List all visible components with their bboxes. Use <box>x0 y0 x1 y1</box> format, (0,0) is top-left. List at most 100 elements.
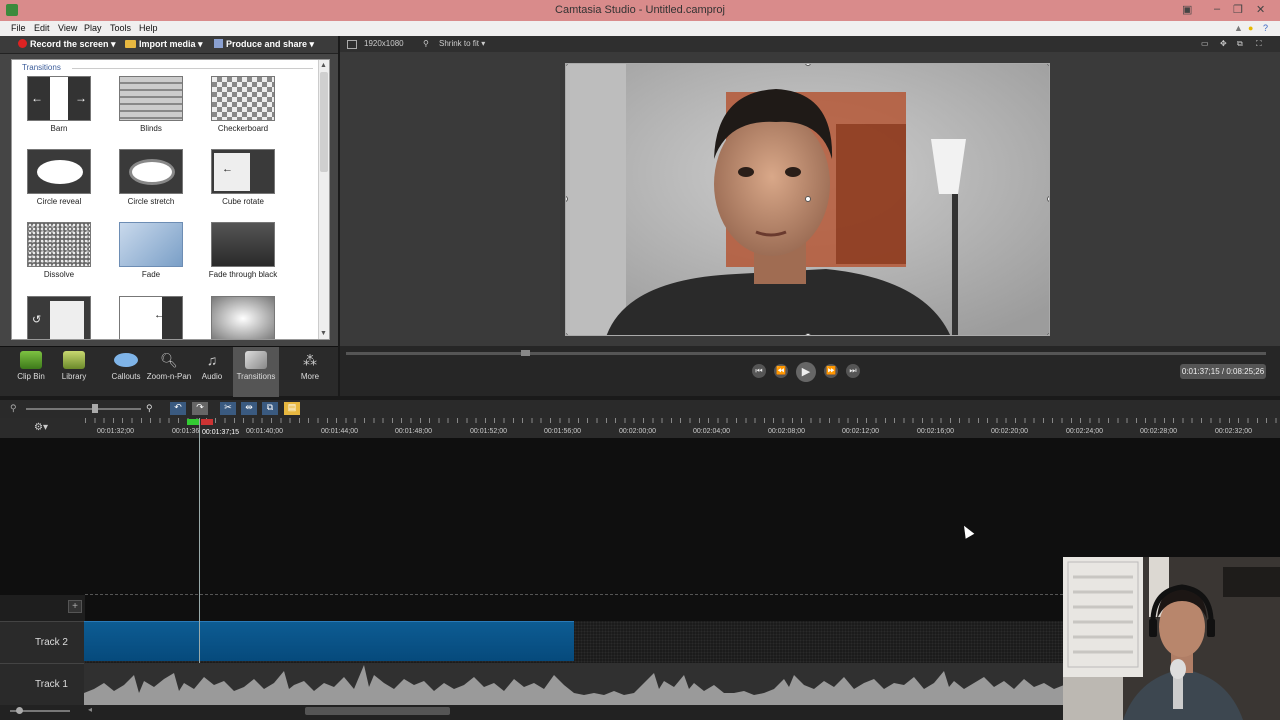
out-marker[interactable] <box>201 419 213 425</box>
fast-forward-icon[interactable]: ⏩ <box>824 364 838 378</box>
track-1-header[interactable]: Track 1 <box>0 663 85 705</box>
tab-callouts[interactable]: Callouts <box>103 347 149 397</box>
scroll-up-icon[interactable]: ▲ <box>320 62 327 69</box>
split-icon[interactable]: ⇹ <box>241 402 257 415</box>
seek-bar[interactable] <box>346 352 1266 355</box>
zoom-slider-thumb[interactable] <box>92 404 98 413</box>
import-media-button[interactable]: Import media ▾ <box>125 39 203 50</box>
zoom-slider[interactable] <box>26 408 141 410</box>
tab-more[interactable]: ⁂ More <box>287 347 333 397</box>
rotate-handle[interactable] <box>805 196 811 202</box>
audio-icon: ♫ <box>206 352 218 368</box>
track-height-thumb[interactable] <box>16 707 23 714</box>
detach-icon[interactable]: ▭ <box>1201 39 1209 48</box>
skip-back-icon[interactable]: ⏮ <box>752 364 766 378</box>
paste-icon[interactable]: ▤ <box>284 402 300 415</box>
track-drop-line <box>85 594 1063 595</box>
record-icon <box>18 39 27 48</box>
restore-button[interactable]: ❐ <box>1233 3 1243 16</box>
produce-share-button[interactable]: Produce and share ▾ <box>214 39 314 50</box>
transition-cube-rotate[interactable]: ← Cube rotate <box>211 149 275 206</box>
tab-transitions[interactable]: Transitions <box>233 347 279 397</box>
menu-file[interactable]: File <box>11 23 26 33</box>
redo-icon[interactable]: ↷ <box>192 402 208 415</box>
menu-tools[interactable]: Tools <box>110 23 131 33</box>
add-track-area: + <box>0 595 85 621</box>
ruler-settings: ⚙▾ <box>0 418 85 438</box>
resolution-dropdown[interactable]: 1920x1080 <box>364 39 404 48</box>
in-marker[interactable] <box>187 419 199 425</box>
tab-audio[interactable]: ♫ Audio <box>189 347 235 397</box>
vertical-scrollbar[interactable]: ▲ ▼ <box>318 60 329 339</box>
undo-icon[interactable]: ↶ <box>170 402 186 415</box>
seek-thumb[interactable] <box>521 350 530 356</box>
fullscreen-icon[interactable]: ⛶ <box>1256 39 1262 49</box>
scroll-thumb[interactable] <box>320 72 328 172</box>
help-circle-icon[interactable]: ? <box>1263 23 1268 33</box>
scroll-left-icon[interactable]: ◂ <box>88 705 92 714</box>
tab-clip-bin[interactable]: Clip Bin <box>8 347 54 397</box>
add-track-icon[interactable]: + <box>68 600 82 613</box>
menu-play[interactable]: Play <box>84 23 102 33</box>
transition-checkerboard[interactable]: Checkerboard <box>211 76 275 133</box>
canvas-size-icon <box>347 40 357 49</box>
transition-circle-stretch[interactable]: Circle stretch <box>119 149 183 206</box>
transition-blinds[interactable]: Blinds <box>119 76 183 133</box>
rewind-icon[interactable]: ⏪ <box>774 364 788 378</box>
playhead[interactable] <box>199 418 200 663</box>
cut-icon[interactable]: ✂ <box>220 402 236 415</box>
ruler-label: 00:01:40;00 <box>246 428 283 435</box>
video-clip[interactable] <box>84 621 574 661</box>
play-button[interactable]: ▶ <box>796 362 816 382</box>
resize-handle-br[interactable] <box>1047 333 1049 335</box>
hscroll-thumb[interactable] <box>305 707 450 715</box>
fade-thumbnail <box>119 222 183 267</box>
zoom-dropdown[interactable]: Shrink to fit ▾ <box>439 39 485 48</box>
transition-fade[interactable]: Fade <box>119 222 183 279</box>
skip-forward-icon[interactable]: ⏭ <box>846 364 860 378</box>
copy-icon[interactable]: ⧉ <box>262 402 278 415</box>
time-ruler[interactable]: 00:01:32;00 00:01:36 00:01:37;15 00:01:4… <box>85 418 1280 438</box>
resize-handle-right[interactable] <box>1047 196 1049 202</box>
blinds-thumbnail <box>119 76 183 121</box>
resize-handle-bottom[interactable] <box>805 333 811 335</box>
menu-edit[interactable]: Edit <box>34 23 50 33</box>
resize-handle-tr[interactable] <box>1047 64 1049 66</box>
ruler-ticks <box>85 418 1280 423</box>
transition-glow[interactable] <box>211 296 275 339</box>
crop-icon[interactable]: ⧉ <box>1237 39 1243 49</box>
tab-zoom-n-pan[interactable]: 🔍︎ Zoom-n-Pan <box>146 347 192 397</box>
zoom-out-icon[interactable]: ⚲ <box>10 403 17 414</box>
zoom-in-icon[interactable]: ⚲ <box>146 403 153 414</box>
pan-icon[interactable]: ✥ <box>1220 39 1227 48</box>
resize-handle-bl[interactable] <box>566 333 568 335</box>
transition-page-turn[interactable]: ↺ <box>27 296 91 339</box>
scroll-down-icon[interactable]: ▼ <box>320 330 327 337</box>
timeline-hscroll[interactable]: ◂ <box>0 705 1063 720</box>
transition-dissolve[interactable]: Dissolve <box>27 222 91 279</box>
ruler-label: 00:01:56;00 <box>544 428 581 435</box>
transition-slide[interactable]: ← <box>119 296 183 339</box>
transition-circle-reveal[interactable]: Circle reveal <box>27 149 91 206</box>
glow-thumbnail <box>211 296 275 339</box>
menu-help[interactable]: Help <box>139 23 158 33</box>
transition-barn[interactable]: ← → Barn <box>27 76 91 133</box>
minimize-button[interactable]: – <box>1214 3 1220 15</box>
help-icon[interactable]: ▣ <box>1182 3 1192 16</box>
task-tabs: Clip Bin Library Callouts 🔍︎ Zoom-n-Pan … <box>0 346 338 397</box>
tab-library[interactable]: Library <box>51 347 97 397</box>
circle-stretch-thumbnail <box>119 149 183 194</box>
transition-fade-through-black[interactable]: Fade through black <box>209 222 277 279</box>
close-button[interactable]: ✕ <box>1256 3 1265 16</box>
track-2-header[interactable]: Track 2 <box>0 621 85 663</box>
menu-view[interactable]: View <box>58 23 77 33</box>
track-1-lane[interactable] <box>84 663 1064 705</box>
video-canvas[interactable] <box>565 63 1050 336</box>
playhead-time-label: 00:01:37;15 <box>202 429 239 436</box>
audio-waveform <box>84 665 1064 705</box>
webcam-feed <box>1063 557 1280 720</box>
lightbulb-icon[interactable]: ● <box>1248 23 1253 33</box>
gear-icon[interactable]: ⚙▾ <box>34 422 48 433</box>
record-screen-button[interactable]: Record the screen ▾ <box>18 39 116 50</box>
notification-icon[interactable]: ▲ <box>1234 23 1243 33</box>
